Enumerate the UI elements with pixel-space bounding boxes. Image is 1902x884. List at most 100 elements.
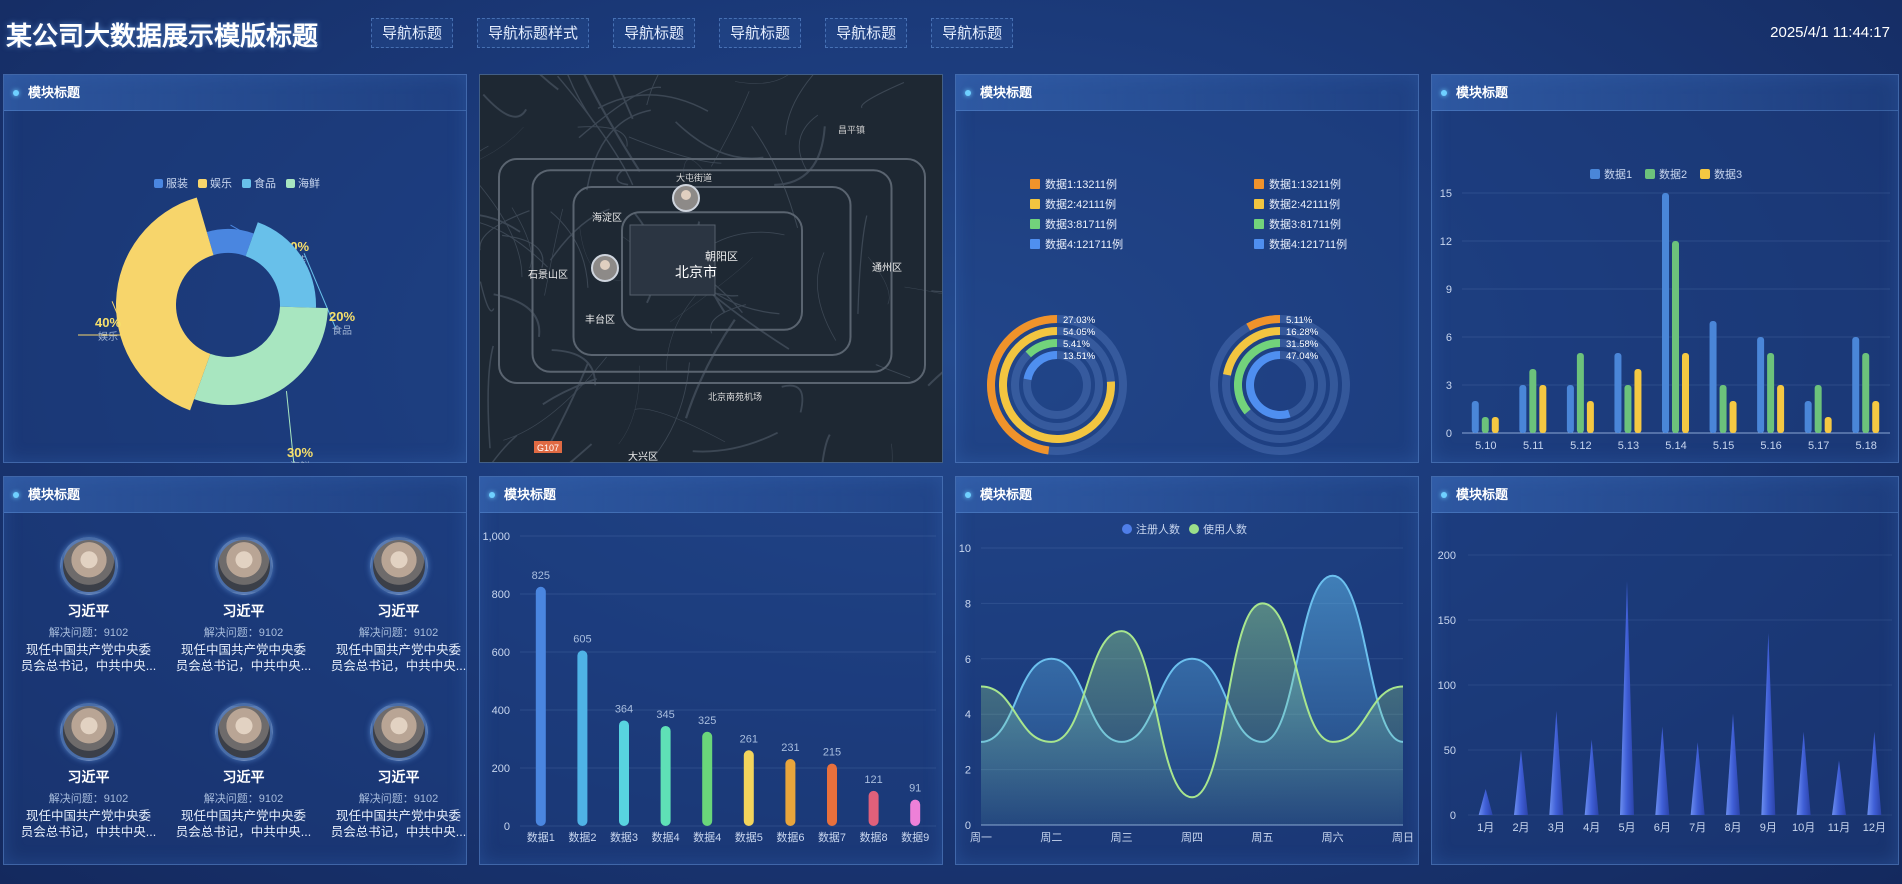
person-name: 习近平 [377,603,420,619]
data-label: 825 [532,570,550,582]
bar [1481,417,1489,433]
legend-label: 数据1:13211例 [1045,177,1117,191]
bar [1662,193,1669,433]
person-desc: 现任中国共产党中央委 员会总书记，中共中央... [20,809,157,839]
area-chart: 注册人数 使用人数 0 2 4 6 8 10 周一 周二 周三 周四 周五 周六 周日 [959,522,1414,844]
data-label: 325 [698,715,716,727]
spike [1867,731,1882,815]
ring-label: 47.04% [1286,351,1319,362]
x-tick: 7月 [1689,822,1706,834]
slice-percent: 20% [329,309,355,324]
y-tick: 400 [492,705,510,717]
avatar [214,537,273,595]
ring-label: 27.03% [1063,315,1096,326]
spike-chart: 0 50 100 150 200 1月 2月 3月 4月 5月 6月 7月 8月 9月 10月 11月 12月 [1438,550,1892,834]
x-tick: 9月 [1760,822,1777,834]
legend-swatch [1254,179,1264,189]
person-card[interactable]: 习近平 解决问题：9102 现任中国共产党中央委 员会总书记，中共中央... [321,703,476,840]
nav-item-6[interactable]: 导航标题 [931,18,1014,48]
data-label: 605 [573,634,591,646]
panel-donut: 模块标题 服装娱乐食品海鲜 10%服装20%食品30%海鲜40%娱乐 [3,74,467,473]
map-avatar-1[interactable] [672,184,700,212]
person-card[interactable]: 习近平 解决问题：9102 现任中国共产党中央委 员会总书记，中共中央... [166,537,321,674]
panel-grouped-bar: 模块标题 数据1 数据2 数据3 0 3 6 9 12 15 5.10 5.11 5.12 5.13 5.… [1431,74,1899,463]
x-tick: 数据1 [527,830,555,844]
person-card[interactable]: 习近平 解决问题：9102 现任中国共产党中央委 员会总书记，中共中央... [11,537,166,674]
bar [1767,353,1775,433]
person-desc: 现任中国共产党中央委 员会总书记，中共中央... [330,809,467,839]
x-tick: 数据5 [735,830,763,844]
bar [702,731,713,826]
nav-item-5[interactable]: 导航标题 [825,18,908,48]
x-tick: 2月 [1512,822,1529,834]
spike [1761,633,1776,815]
person-name: 习近平 [222,603,265,619]
nav-item-3[interactable]: 导航标题 [613,18,696,48]
y-tick: 3 [1446,380,1452,392]
map-avatar-2[interactable] [591,254,619,282]
y-tick: 1,000 [482,531,510,543]
slice-name: 娱乐 [98,330,118,343]
donut-slice [245,222,316,308]
panel-title: 模块标题 [4,477,466,513]
y-tick: 15 [1440,188,1452,200]
bar [910,799,921,826]
y-tick: 0 [965,820,971,832]
map-label: 海淀区 [592,211,622,224]
area-series: 注册人数 使用人数 0 2 4 6 8 10 周一 周二 周三 周四 周五 周六 周日 [959,522,1414,844]
y-tick: 2 [965,765,971,777]
bar [1624,385,1632,433]
nav-item-2[interactable]: 导航标题样式 [477,18,590,48]
panel-area: 模块标题 注册人数 使用人数 0 2 4 6 8 10 周一 周二 周三 周四 周五 周六 周日 [955,476,1419,865]
spike [1690,742,1705,815]
spike [1726,713,1740,815]
map-label: 北京南苑机场 [708,391,762,402]
person-stat: 解决问题：9102 [358,627,439,639]
donut-chart: 服装娱乐食品海鲜 10%服装20%食品30%海鲜40%娱乐 [78,176,355,473]
legend-label: 娱乐 [210,176,232,190]
bar [1529,369,1537,433]
bar [1586,401,1594,433]
x-tick: 5.12 [1570,440,1591,452]
map-panel[interactable]: 海淀区 北京市 朝阳区 石景山区 丰台区 大兴区 通州区 昌平镇 大屯街道 北京… [479,74,943,463]
map-label: 北京市 [675,264,717,280]
legend-swatch [1254,239,1264,249]
x-tick: 数据6 [776,830,804,844]
bar [868,790,879,826]
person-desc: 现任中国共产党中央委 员会总书记，中共中央... [175,809,312,839]
donut-legend: 服装 娱乐 食品 海鲜 [154,176,320,190]
nav-item-4[interactable]: 导航标题 [719,18,802,48]
person-card[interactable]: 习近平 解决问题：9102 现任中国共产党中央委 员会总书记，中共中央... [321,537,476,674]
spike [1796,731,1811,815]
data-label: 364 [615,703,633,715]
ring-label: 5.41% [1063,339,1090,350]
x-tick: 3月 [1548,822,1565,834]
legend-swatch [198,179,207,188]
data-label: 231 [781,742,799,754]
avatar [214,703,273,761]
bar [1491,417,1499,433]
page-title: 某公司大数据展示模版标题 [6,21,319,51]
legend-label: 数据4:121711例 [1269,237,1347,251]
data-label: 91 [909,783,921,795]
title-dot-icon [965,90,971,96]
avatar [59,537,118,595]
legend-swatch [1030,239,1040,249]
bar [1852,337,1860,433]
map-canvas[interactable]: 海淀区 北京市 朝阳区 石景山区 丰台区 大兴区 通州区 昌平镇 大屯街道 北京… [480,75,943,463]
donut-slice [115,197,214,411]
x-tick: 周四 [1181,831,1203,844]
nav-item-1[interactable]: 导航标题 [371,18,454,48]
person-card[interactable]: 习近平 解决问题：9102 现任中国共产党中央委 员会总书记，中共中央... [166,703,321,840]
bar [1519,385,1527,433]
x-tick: 6月 [1654,822,1671,834]
person-card[interactable]: 习近平 解决问题：9102 现任中国共产党中央委 员会总书记，中共中央... [11,703,166,840]
title-dot-icon [13,492,19,498]
y-tick: 9 [1446,284,1452,296]
map-label: G107 [537,443,559,453]
spike [1478,789,1493,815]
bar [535,586,546,826]
legend-label: 数据1 [1604,167,1632,181]
y-tick: 0 [1450,810,1456,822]
x-tick: 8月 [1724,822,1741,834]
